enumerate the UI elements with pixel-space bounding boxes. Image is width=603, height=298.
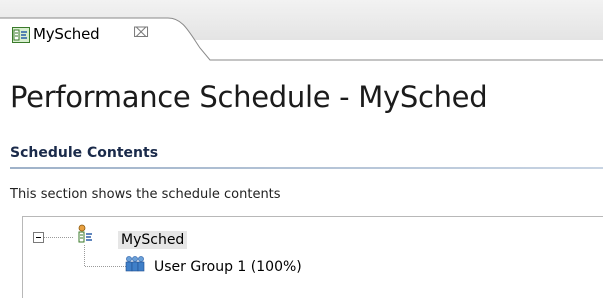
section-title[interactable]: Schedule Contents — [10, 145, 158, 161]
section-description: This section shows the schedule contents — [10, 187, 281, 202]
schedule-tree[interactable]: MySched User Group 1 (100%) — [22, 216, 603, 298]
tree-item-root[interactable]: MySched — [118, 231, 188, 249]
tree-lines — [33, 224, 145, 272]
tree-item-user-group[interactable]: User Group 1 (100%) — [154, 259, 302, 275]
section-divider — [10, 167, 603, 169]
editor-tab-bar: MySched ⌧ — [0, 0, 603, 74]
schedule-node-icon — [78, 224, 92, 243]
user-group-icon — [125, 256, 145, 272]
collapse-icon[interactable] — [33, 232, 44, 243]
page-title: Performance Schedule - MySched — [10, 80, 488, 114]
editor-tab-label[interactable]: MySched — [33, 25, 100, 43]
schedule-icon — [12, 27, 30, 43]
close-icon[interactable]: ⌧ — [133, 25, 149, 41]
